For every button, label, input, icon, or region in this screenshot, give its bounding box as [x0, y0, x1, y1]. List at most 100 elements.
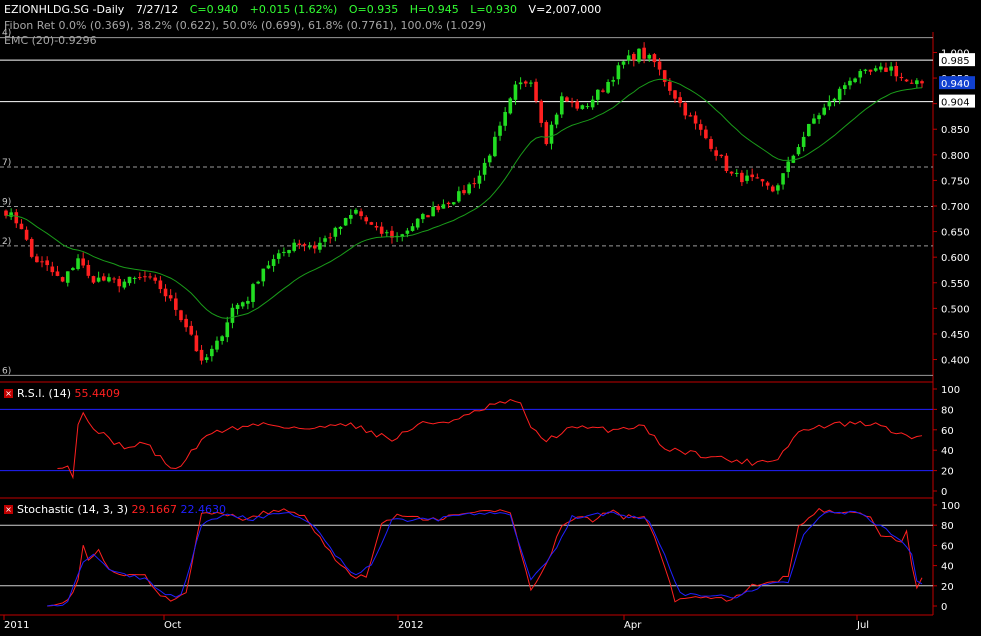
candle-body: [621, 61, 626, 65]
candle-body: [86, 264, 91, 276]
rsi-tick-label: 0: [941, 487, 947, 498]
candle-body: [307, 246, 312, 248]
candle-body: [848, 80, 852, 86]
candle-body: [148, 276, 152, 278]
candle-body: [760, 179, 765, 182]
candle-body: [220, 336, 224, 342]
candle-body: [132, 277, 137, 279]
candle-body: [698, 124, 703, 130]
candle-body: [554, 114, 559, 125]
candle-body: [179, 310, 183, 321]
candle-body: [920, 81, 924, 84]
candle-body: [719, 154, 724, 157]
candle-body: [50, 266, 55, 273]
candle-body: [101, 276, 106, 281]
candle-body: [76, 258, 80, 269]
candle-body: [194, 335, 199, 352]
candle-body: [755, 177, 760, 179]
candle-body: [137, 277, 142, 279]
candle-body: [806, 123, 811, 137]
stochastic-tick-label: 20: [941, 582, 954, 593]
candle-body: [81, 258, 85, 266]
candle-body: [215, 340, 219, 350]
candle-body: [143, 276, 147, 278]
candle-body: [498, 125, 502, 136]
candle-body: [29, 239, 34, 257]
candle-body: [323, 238, 327, 242]
candle-body: [503, 111, 507, 126]
candle-body: [508, 98, 513, 114]
candle-body: [426, 215, 430, 218]
price-tag-label: 0.940: [941, 79, 970, 90]
candle-body: [246, 300, 250, 304]
candle-body: [827, 101, 832, 107]
price-tick-label: 0.600: [941, 253, 970, 264]
candle-body: [230, 307, 235, 323]
price-tick-label: 0.700: [941, 202, 970, 213]
candle-body: [868, 69, 873, 72]
candle-body: [174, 298, 178, 310]
candle-body: [611, 80, 616, 82]
stochastic-panel-label: × Stochastic (14, 3, 3) 29.1667 22.4630: [4, 503, 226, 516]
rsi-tick-label: 100: [941, 385, 960, 396]
candle-body: [457, 191, 461, 202]
candle-body: [451, 202, 456, 205]
fibonacci-side-label: 2): [2, 237, 11, 247]
candle-body: [909, 82, 914, 84]
fibonacci-side-label: 7): [2, 158, 11, 168]
open-label: O=0.935: [348, 3, 399, 16]
candle-body: [889, 66, 893, 71]
price-tick-label: 0.750: [941, 176, 970, 187]
candle-body: [472, 183, 477, 185]
candle-body: [601, 90, 605, 92]
candle-body: [657, 61, 662, 70]
price-tick-label: 0.500: [941, 304, 970, 315]
candle-body: [585, 106, 590, 108]
candle-body: [683, 102, 688, 116]
candle-body: [251, 284, 255, 302]
candle-body: [210, 348, 214, 357]
date-label: 7/27/12: [135, 3, 179, 16]
rsi-panel-label: × R.S.I. (14) 55.4409: [4, 387, 120, 400]
candle-body: [348, 214, 353, 219]
candle-body: [734, 172, 739, 174]
candle-body: [688, 115, 693, 117]
candle-body: [4, 210, 8, 216]
candle-body: [415, 218, 420, 228]
close-panel-icon[interactable]: ×: [4, 389, 13, 398]
candle-body: [678, 97, 682, 104]
candle-body: [544, 122, 549, 145]
candle-body: [714, 150, 718, 156]
candle-body: [565, 97, 569, 102]
candle-body: [822, 107, 827, 115]
candle-body: [328, 237, 333, 239]
candle-body: [884, 67, 888, 72]
candle-body: [590, 99, 595, 108]
close-panel-icon[interactable]: ×: [4, 505, 13, 514]
candle-body: [302, 244, 307, 246]
rsi-tick-label: 20: [941, 467, 954, 478]
candle-body: [446, 202, 451, 205]
candle-body: [333, 227, 338, 237]
candle-body: [709, 139, 713, 149]
candle-body: [559, 96, 564, 115]
candle-body: [740, 172, 744, 183]
stochastic-tick-label: 60: [941, 541, 954, 552]
candle-body: [282, 251, 286, 253]
candle-body: [359, 211, 363, 217]
volume-label: V=2,007,000: [528, 3, 602, 16]
candle-body: [539, 100, 543, 123]
candle-body: [153, 277, 158, 281]
candle-body: [606, 81, 610, 93]
candle-body: [184, 318, 188, 328]
candle-body: [436, 206, 441, 210]
candle-body: [879, 66, 883, 70]
candle-body: [843, 85, 847, 90]
candle-body: [91, 276, 96, 283]
candle-body: [632, 53, 636, 61]
candle-body: [796, 147, 801, 155]
chart-canvas[interactable]: 6)2)9)7)4)1.0000.9500.9000.8500.8000.750…: [0, 0, 981, 633]
high-label: H=0.945: [409, 3, 459, 16]
price-tick-label: 0.650: [941, 228, 970, 239]
candle-body: [410, 226, 415, 231]
